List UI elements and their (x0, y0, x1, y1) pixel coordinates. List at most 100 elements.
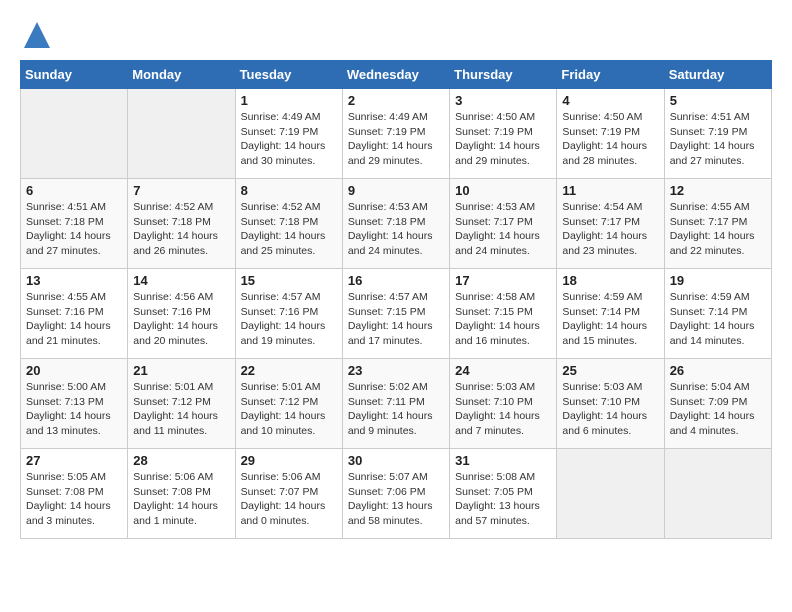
day-number: 11 (562, 183, 658, 198)
weekday-header-tuesday: Tuesday (235, 61, 342, 89)
day-number: 9 (348, 183, 444, 198)
calendar-cell: 14 Sunrise: 4:56 AM Sunset: 7:16 PM Dayli… (128, 269, 235, 359)
day-number: 30 (348, 453, 444, 468)
calendar-cell: 15 Sunrise: 4:57 AM Sunset: 7:16 PM Dayli… (235, 269, 342, 359)
day-number: 4 (562, 93, 658, 108)
day-number: 8 (241, 183, 337, 198)
calendar-cell (128, 89, 235, 179)
logo-text (20, 20, 52, 50)
day-number: 7 (133, 183, 229, 198)
day-info: Sunrise: 4:53 AM Sunset: 7:18 PM Dayligh… (348, 200, 444, 259)
day-info: Sunrise: 4:53 AM Sunset: 7:17 PM Dayligh… (455, 200, 551, 259)
calendar-cell (664, 449, 771, 539)
day-info: Sunrise: 4:52 AM Sunset: 7:18 PM Dayligh… (241, 200, 337, 259)
weekday-header-friday: Friday (557, 61, 664, 89)
day-info: Sunrise: 4:58 AM Sunset: 7:15 PM Dayligh… (455, 290, 551, 349)
day-info: Sunrise: 5:01 AM Sunset: 7:12 PM Dayligh… (241, 380, 337, 439)
day-number: 10 (455, 183, 551, 198)
calendar-cell: 5 Sunrise: 4:51 AM Sunset: 7:19 PM Daylig… (664, 89, 771, 179)
day-number: 31 (455, 453, 551, 468)
day-number: 24 (455, 363, 551, 378)
calendar-cell: 21 Sunrise: 5:01 AM Sunset: 7:12 PM Dayli… (128, 359, 235, 449)
calendar-cell (21, 89, 128, 179)
day-number: 12 (670, 183, 766, 198)
day-info: Sunrise: 4:50 AM Sunset: 7:19 PM Dayligh… (562, 110, 658, 169)
calendar-cell: 26 Sunrise: 5:04 AM Sunset: 7:09 PM Dayli… (664, 359, 771, 449)
day-number: 15 (241, 273, 337, 288)
day-info: Sunrise: 4:49 AM Sunset: 7:19 PM Dayligh… (241, 110, 337, 169)
day-number: 3 (455, 93, 551, 108)
weekday-header-wednesday: Wednesday (342, 61, 449, 89)
weekday-header-saturday: Saturday (664, 61, 771, 89)
calendar-cell: 31 Sunrise: 5:08 AM Sunset: 7:05 PM Dayli… (450, 449, 557, 539)
day-info: Sunrise: 4:52 AM Sunset: 7:18 PM Dayligh… (133, 200, 229, 259)
calendar-cell: 27 Sunrise: 5:05 AM Sunset: 7:08 PM Dayli… (21, 449, 128, 539)
weekday-header-thursday: Thursday (450, 61, 557, 89)
calendar-cell: 22 Sunrise: 5:01 AM Sunset: 7:12 PM Dayli… (235, 359, 342, 449)
calendar-cell: 20 Sunrise: 5:00 AM Sunset: 7:13 PM Dayli… (21, 359, 128, 449)
day-number: 1 (241, 93, 337, 108)
calendar-cell: 12 Sunrise: 4:55 AM Sunset: 7:17 PM Dayli… (664, 179, 771, 269)
day-info: Sunrise: 4:55 AM Sunset: 7:17 PM Dayligh… (670, 200, 766, 259)
calendar-cell: 25 Sunrise: 5:03 AM Sunset: 7:10 PM Dayli… (557, 359, 664, 449)
calendar-cell: 18 Sunrise: 4:59 AM Sunset: 7:14 PM Dayli… (557, 269, 664, 359)
day-info: Sunrise: 4:56 AM Sunset: 7:16 PM Dayligh… (133, 290, 229, 349)
day-info: Sunrise: 5:05 AM Sunset: 7:08 PM Dayligh… (26, 470, 122, 529)
day-number: 18 (562, 273, 658, 288)
calendar-cell: 4 Sunrise: 4:50 AM Sunset: 7:19 PM Daylig… (557, 89, 664, 179)
day-info: Sunrise: 5:00 AM Sunset: 7:13 PM Dayligh… (26, 380, 122, 439)
page-header (20, 20, 772, 50)
day-info: Sunrise: 4:54 AM Sunset: 7:17 PM Dayligh… (562, 200, 658, 259)
day-info: Sunrise: 4:55 AM Sunset: 7:16 PM Dayligh… (26, 290, 122, 349)
calendar-cell: 11 Sunrise: 4:54 AM Sunset: 7:17 PM Dayli… (557, 179, 664, 269)
day-number: 26 (670, 363, 766, 378)
day-info: Sunrise: 5:07 AM Sunset: 7:06 PM Dayligh… (348, 470, 444, 529)
day-info: Sunrise: 4:59 AM Sunset: 7:14 PM Dayligh… (562, 290, 658, 349)
day-number: 13 (26, 273, 122, 288)
calendar-cell (557, 449, 664, 539)
day-info: Sunrise: 5:04 AM Sunset: 7:09 PM Dayligh… (670, 380, 766, 439)
weekday-header-sunday: Sunday (21, 61, 128, 89)
calendar-cell: 28 Sunrise: 5:06 AM Sunset: 7:08 PM Dayli… (128, 449, 235, 539)
day-number: 25 (562, 363, 658, 378)
day-info: Sunrise: 5:06 AM Sunset: 7:07 PM Dayligh… (241, 470, 337, 529)
calendar-cell: 10 Sunrise: 4:53 AM Sunset: 7:17 PM Dayli… (450, 179, 557, 269)
calendar-table: SundayMondayTuesdayWednesdayThursdayFrid… (20, 60, 772, 539)
calendar-cell: 19 Sunrise: 4:59 AM Sunset: 7:14 PM Dayli… (664, 269, 771, 359)
calendar-cell: 9 Sunrise: 4:53 AM Sunset: 7:18 PM Daylig… (342, 179, 449, 269)
calendar-cell: 1 Sunrise: 4:49 AM Sunset: 7:19 PM Daylig… (235, 89, 342, 179)
day-info: Sunrise: 5:06 AM Sunset: 7:08 PM Dayligh… (133, 470, 229, 529)
calendar-cell: 6Sunrise: 4:51 AM Sunset: 7:18 PM Daylig… (21, 179, 128, 269)
day-number: 6 (26, 183, 122, 198)
day-info: Sunrise: 4:50 AM Sunset: 7:19 PM Dayligh… (455, 110, 551, 169)
weekday-header-monday: Monday (128, 61, 235, 89)
calendar-cell: 13 Sunrise: 4:55 AM Sunset: 7:16 PM Dayli… (21, 269, 128, 359)
day-number: 27 (26, 453, 122, 468)
day-info: Sunrise: 4:49 AM Sunset: 7:19 PM Dayligh… (348, 110, 444, 169)
calendar-cell: 24 Sunrise: 5:03 AM Sunset: 7:10 PM Dayli… (450, 359, 557, 449)
calendar-cell: 17 Sunrise: 4:58 AM Sunset: 7:15 PM Dayli… (450, 269, 557, 359)
day-info: Sunrise: 4:51 AM Sunset: 7:19 PM Dayligh… (670, 110, 766, 169)
calendar-cell: 7 Sunrise: 4:52 AM Sunset: 7:18 PM Daylig… (128, 179, 235, 269)
day-info: Sunrise: 5:03 AM Sunset: 7:10 PM Dayligh… (455, 380, 551, 439)
day-number: 17 (455, 273, 551, 288)
day-info: Sunrise: 5:08 AM Sunset: 7:05 PM Dayligh… (455, 470, 551, 529)
day-info: Sunrise: 4:57 AM Sunset: 7:16 PM Dayligh… (241, 290, 337, 349)
day-number: 28 (133, 453, 229, 468)
day-info: Sunrise: 5:01 AM Sunset: 7:12 PM Dayligh… (133, 380, 229, 439)
day-number: 29 (241, 453, 337, 468)
day-info: Sunrise: 5:03 AM Sunset: 7:10 PM Dayligh… (562, 380, 658, 439)
day-number: 19 (670, 273, 766, 288)
day-number: 14 (133, 273, 229, 288)
day-number: 5 (670, 93, 766, 108)
day-number: 22 (241, 363, 337, 378)
calendar-cell: 29 Sunrise: 5:06 AM Sunset: 7:07 PM Dayli… (235, 449, 342, 539)
calendar-cell: 2Sunrise: 4:49 AM Sunset: 7:19 PM Daylig… (342, 89, 449, 179)
calendar-cell: 23Sunrise: 5:02 AM Sunset: 7:11 PM Dayli… (342, 359, 449, 449)
day-info: Sunrise: 5:02 AM Sunset: 7:11 PM Dayligh… (348, 380, 444, 439)
day-info: Sunrise: 4:59 AM Sunset: 7:14 PM Dayligh… (670, 290, 766, 349)
day-number: 21 (133, 363, 229, 378)
calendar-cell: 3 Sunrise: 4:50 AM Sunset: 7:19 PM Daylig… (450, 89, 557, 179)
calendar-cell: 8 Sunrise: 4:52 AM Sunset: 7:18 PM Daylig… (235, 179, 342, 269)
day-number: 20 (26, 363, 122, 378)
